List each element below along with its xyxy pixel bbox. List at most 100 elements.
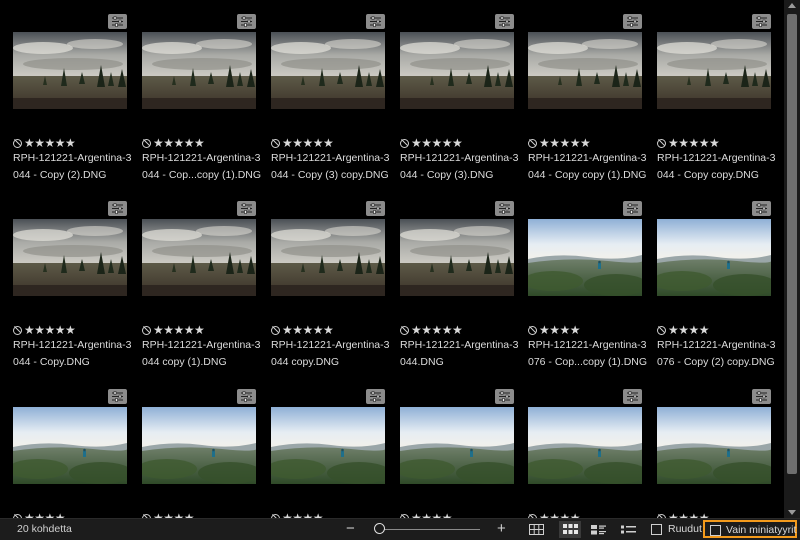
photo-tile[interactable]: ★★★★: [271, 389, 399, 518]
photo-tile[interactable]: ★★★★★ RPH-121221-Argentina-3 044 - Copy (3…: [271, 14, 399, 189]
photo-thumbnail[interactable]: [142, 407, 256, 484]
photo-tile[interactable]: ★★★★: [528, 389, 656, 518]
photo-thumbnail[interactable]: [400, 219, 514, 296]
reject-flag-icon[interactable]: [13, 325, 22, 335]
reject-flag-icon[interactable]: [271, 325, 280, 335]
scroll-down-arrow-icon[interactable]: [788, 510, 796, 515]
photo-tile[interactable]: ★★★★★ RPH-121221-Argentina-3 044 - Copy.DN…: [13, 201, 141, 376]
adjustments-badge[interactable]: [623, 14, 642, 29]
reject-flag-icon[interactable]: [142, 325, 151, 335]
star-rating[interactable]: ★★★★★: [153, 324, 205, 336]
reject-flag-icon[interactable]: [400, 138, 409, 148]
photo-thumbnail[interactable]: [13, 407, 127, 484]
photo-tile[interactable]: ★★★★ RPH-121221-Argentina-3 076 - Copy (2)…: [657, 201, 784, 376]
photo-rating[interactable]: ★★★★★: [13, 324, 76, 336]
star-rating[interactable]: ★★★★★: [668, 137, 720, 149]
photo-tile[interactable]: ★★★★★ RPH-121221-Argentina-3 044.DNG: [400, 201, 528, 376]
photo-tile[interactable]: ★★★★: [142, 389, 270, 518]
scroll-up-arrow-icon[interactable]: [788, 3, 796, 8]
adjustments-badge[interactable]: [108, 201, 127, 216]
thumbnails-only-toggle[interactable]: Vain miniatyyrit: [703, 520, 797, 538]
details-grid-view-button[interactable]: [525, 521, 547, 538]
photo-thumbnail[interactable]: [271, 407, 385, 484]
reject-flag-icon[interactable]: [142, 138, 151, 148]
adjustments-badge[interactable]: [108, 389, 127, 404]
adjustments-badge[interactable]: [108, 14, 127, 29]
photo-thumbnail[interactable]: [400, 407, 514, 484]
star-rating[interactable]: ★★★★★: [411, 324, 463, 336]
reject-flag-icon[interactable]: [657, 138, 666, 148]
photo-thumbnail[interactable]: [13, 32, 127, 109]
tiles-checkbox[interactable]: [651, 524, 662, 535]
adjustments-badge[interactable]: [752, 14, 771, 29]
photo-rating[interactable]: ★★★★★: [271, 324, 334, 336]
photo-thumbnail[interactable]: [142, 32, 256, 109]
adjustments-badge[interactable]: [366, 14, 385, 29]
photo-tile[interactable]: ★★★★: [400, 389, 528, 518]
photo-rating[interactable]: ★★★★★: [657, 137, 720, 149]
adjustments-badge[interactable]: [623, 201, 642, 216]
filmstrip-view-button[interactable]: [587, 521, 609, 538]
photo-rating[interactable]: ★★★★★: [13, 137, 76, 149]
photo-rating[interactable]: ★★★★★: [400, 137, 463, 149]
photo-rating[interactable]: ★★★★: [657, 324, 710, 336]
adjustments-badge[interactable]: [495, 389, 514, 404]
star-rating[interactable]: ★★★★★: [153, 137, 205, 149]
star-rating[interactable]: ★★★★★: [282, 324, 334, 336]
photo-rating[interactable]: ★★★★★: [528, 137, 591, 149]
reject-flag-icon[interactable]: [271, 138, 280, 148]
photo-tile[interactable]: ★★★★★ RPH-121221-Argentina-3 044 - Copy (3…: [400, 14, 528, 189]
adjustments-badge[interactable]: [237, 389, 256, 404]
photo-thumbnail[interactable]: [528, 219, 642, 296]
reject-flag-icon[interactable]: [400, 325, 409, 335]
star-rating[interactable]: ★★★★★: [24, 324, 76, 336]
photo-rating[interactable]: ★★★★★: [142, 324, 205, 336]
reject-flag-icon[interactable]: [528, 325, 537, 335]
adjustments-badge[interactable]: [495, 201, 514, 216]
photo-thumbnail[interactable]: [657, 32, 771, 109]
adjustments-badge[interactable]: [495, 14, 514, 29]
photo-tile[interactable]: ★★★★ RPH-121221-Argentina-3 076 - Cop...co…: [528, 201, 656, 376]
photo-thumbnail[interactable]: [528, 407, 642, 484]
photo-tile[interactable]: ★★★★: [657, 389, 784, 518]
thumbnails-only-checkbox[interactable]: [710, 525, 721, 536]
photo-rating[interactable]: ★★★★★: [142, 137, 205, 149]
zoom-slider-track[interactable]: [380, 529, 480, 530]
adjustments-badge[interactable]: [366, 201, 385, 216]
photo-tile[interactable]: ★★★★★ RPH-121221-Argentina-3 044 - Copy co…: [528, 14, 656, 189]
star-rating[interactable]: ★★★★★: [411, 137, 463, 149]
adjustments-badge[interactable]: [623, 389, 642, 404]
photo-thumbnail[interactable]: [142, 219, 256, 296]
photo-tile[interactable]: ★★★★★ RPH-121221-Argentina-3 044 - Copy (2…: [13, 14, 141, 189]
photo-thumbnail[interactable]: [657, 219, 771, 296]
star-rating[interactable]: ★★★★★: [539, 137, 591, 149]
reject-flag-icon[interactable]: [657, 325, 666, 335]
adjustments-badge[interactable]: [752, 389, 771, 404]
photo-tile[interactable]: ★★★★★ RPH-121221-Argentina-3 044 copy (1).…: [142, 201, 270, 376]
zoom-in-button[interactable]: +: [497, 520, 506, 538]
photo-thumbnail[interactable]: [271, 32, 385, 109]
star-rating[interactable]: ★★★★★: [282, 137, 334, 149]
photo-tile[interactable]: ★★★★★ RPH-121221-Argentina-3 044 copy.DNG: [271, 201, 399, 376]
star-rating[interactable]: ★★★★: [539, 324, 581, 336]
photo-rating[interactable]: ★★★★★: [271, 137, 334, 149]
photo-thumbnail[interactable]: [13, 219, 127, 296]
reject-flag-icon[interactable]: [13, 138, 22, 148]
photo-tile[interactable]: ★★★★★ RPH-121221-Argentina-3 044 - Cop...c…: [142, 14, 270, 189]
photo-rating[interactable]: ★★★★: [528, 324, 581, 336]
photo-thumbnail[interactable]: [400, 32, 514, 109]
star-rating[interactable]: ★★★★: [668, 324, 710, 336]
adjustments-badge[interactable]: [237, 14, 256, 29]
zoom-slider-handle[interactable]: [374, 523, 385, 534]
adjustments-badge[interactable]: [237, 201, 256, 216]
photo-thumbnail[interactable]: [657, 407, 771, 484]
photo-tile[interactable]: ★★★★: [13, 389, 141, 518]
zoom-out-button[interactable]: −: [346, 520, 355, 538]
adjustments-badge[interactable]: [366, 389, 385, 404]
thumbnail-grid-view-button[interactable]: [559, 521, 581, 538]
list-view-button[interactable]: [617, 521, 639, 538]
scroll-thumb[interactable]: [787, 14, 797, 474]
adjustments-badge[interactable]: [752, 201, 771, 216]
photo-thumbnail[interactable]: [271, 219, 385, 296]
photo-rating[interactable]: ★★★★★: [400, 324, 463, 336]
